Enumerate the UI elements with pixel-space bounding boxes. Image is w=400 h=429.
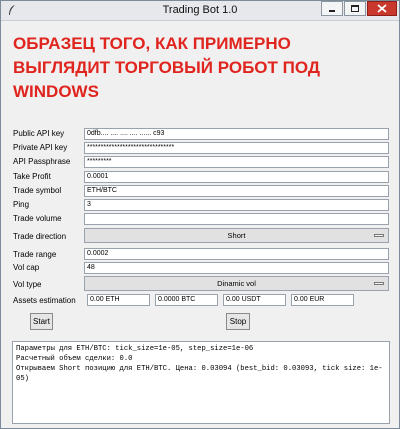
public-api-key-input[interactable]: 0dfb.... .... .... .... ...... c93: [84, 128, 389, 140]
asset-eth-field: 0.00 ETH: [87, 294, 150, 306]
trade-volume-input[interactable]: [84, 213, 389, 225]
trade-range-label: Trade range: [13, 250, 57, 259]
trade-direction-select[interactable]: Short: [84, 228, 389, 243]
trade-direction-value: Short: [227, 231, 246, 240]
take-profit-input[interactable]: 0.0001: [84, 171, 389, 183]
close-icon: [377, 4, 387, 13]
overlay-line: ОБРАЗЕЦ ТОГО, КАК ПРИМЕРНО: [13, 34, 291, 53]
private-api-key-input[interactable]: ********************************: [84, 142, 389, 154]
assets-estimation-label: Assets estimation: [13, 296, 76, 305]
vol-type-label: Vol type: [13, 280, 42, 289]
public-api-key-label: Public API key: [13, 129, 65, 138]
vol-cap-label: Vol cap: [13, 263, 40, 272]
overlay-caption: ОБРАЗЕЦ ТОГО, КАК ПРИМЕРНО ВЫГЛЯДИТ ТОРГ…: [13, 32, 393, 104]
trade-range-input[interactable]: 0.0002: [84, 248, 389, 260]
title-bar[interactable]: Trading Bot 1.0: [1, 1, 399, 21]
asset-eur-field: 0.00 EUR: [291, 294, 354, 306]
api-passphrase-input[interactable]: *********: [84, 156, 389, 168]
overlay-line: ВЫГЛЯДИТ ТОРГОВЫЙ РОБОТ ПОД: [13, 58, 320, 77]
log-output[interactable]: Параметры для ETH/BTC: tick_size=1e-05, …: [12, 341, 390, 424]
option-indicator-icon: [374, 282, 384, 285]
asset-usdt-field: 0.00 USDT: [223, 294, 286, 306]
close-button[interactable]: [367, 1, 397, 16]
maximize-icon: [351, 5, 359, 12]
maximize-button[interactable]: [344, 1, 366, 16]
vol-cap-input[interactable]: 48: [84, 262, 389, 274]
log-line: Расчетный объем сделки: 0.0: [16, 355, 133, 363]
trade-symbol-input[interactable]: ETH/BTC: [84, 185, 389, 197]
vol-type-select[interactable]: Dinamic vol: [84, 276, 389, 291]
option-indicator-icon: [374, 234, 384, 237]
stop-button[interactable]: Stop: [226, 313, 250, 330]
app-window: Trading Bot 1.0 ОБРАЗЕЦ ТОГО, КАК ПРИМЕР…: [0, 0, 400, 429]
vol-type-value: Dinamic vol: [217, 279, 256, 288]
trade-direction-label: Trade direction: [13, 232, 67, 241]
asset-btc-field: 0.0000 BTC: [155, 294, 218, 306]
take-profit-label: Take Profit: [13, 172, 51, 181]
trade-symbol-label: Trade symbol: [13, 186, 62, 195]
private-api-key-label: Private API key: [13, 143, 68, 152]
ping-input[interactable]: 3: [84, 199, 389, 211]
log-line: Открываем Short позицию для ETH/BTC. Цен…: [16, 365, 383, 383]
log-line: Параметры для ETH/BTC: tick_size=1e-05, …: [16, 345, 254, 353]
minimize-button[interactable]: [321, 1, 343, 16]
minimize-icon: [329, 10, 335, 12]
start-button[interactable]: Start: [30, 313, 53, 330]
api-passphrase-label: API Passphrase: [13, 157, 71, 166]
ping-label: Ping: [13, 200, 30, 209]
overlay-line: WINDOWS: [13, 82, 99, 101]
trade-volume-label: Trade volume: [13, 214, 62, 223]
